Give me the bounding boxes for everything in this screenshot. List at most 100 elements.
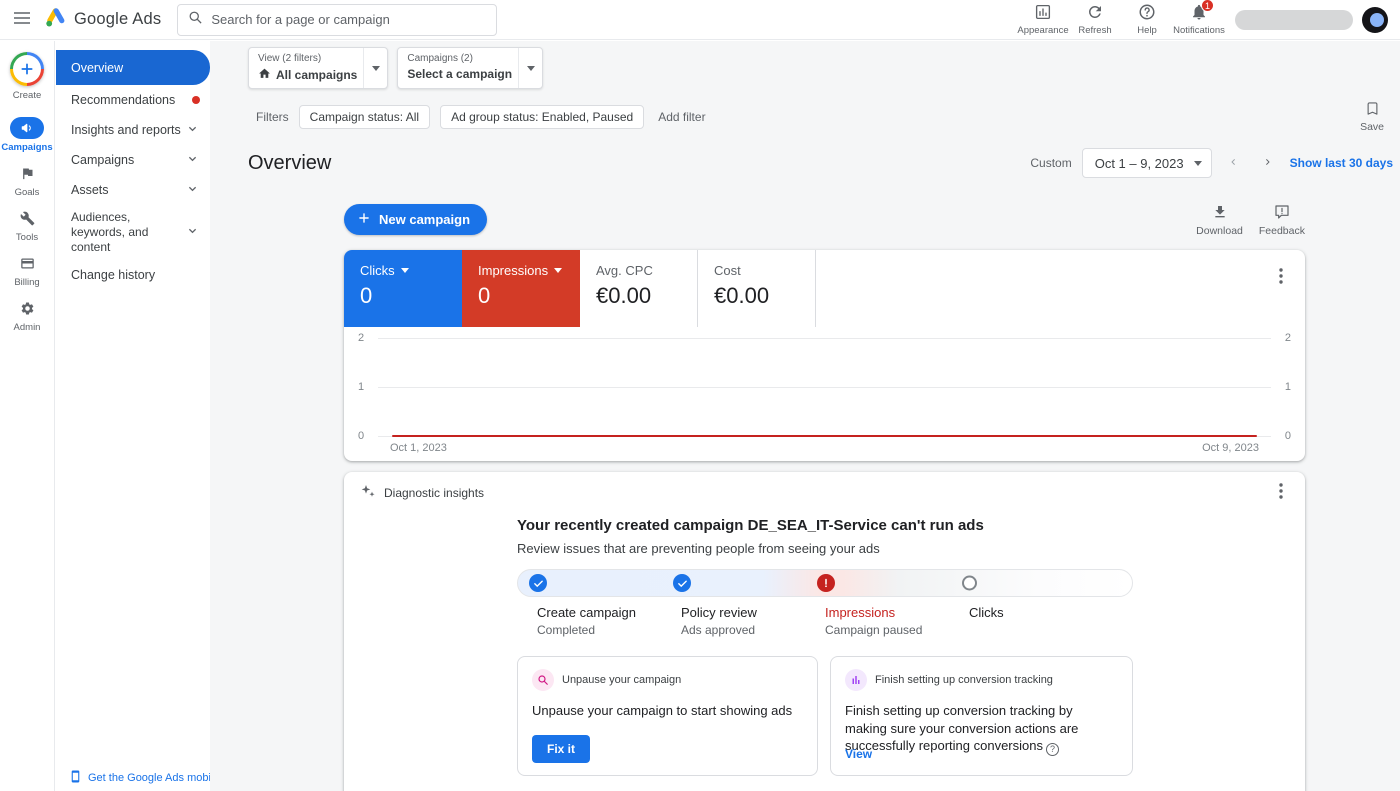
sidebar-item-label: Insights and reports: [71, 123, 181, 137]
filter-chip-ad-group-status[interactable]: Ad group status: Enabled, Paused: [440, 105, 645, 129]
campaign-filter-dropdown[interactable]: Campaigns (2) Select a campaign: [397, 47, 544, 89]
recommendations-alert-dot: [192, 96, 200, 104]
help-icon: [1138, 3, 1156, 24]
rail-item-label: Goals: [14, 187, 40, 198]
dropdown-caret-icon: [363, 48, 387, 88]
rail-item-goals[interactable]: Goals: [10, 162, 44, 198]
date-range-type-label: Custom: [1030, 156, 1072, 170]
help-button[interactable]: Help: [1121, 1, 1173, 38]
help-icon[interactable]: ?: [1045, 742, 1059, 756]
filter-chip-campaign-status[interactable]: Campaign status: All: [298, 105, 431, 129]
step-labels-row: Create campaign Completed Policy review …: [517, 605, 1133, 639]
sidebar-item-insights-and-reports[interactable]: Insights and reports: [56, 115, 210, 145]
metric-selector-row: Clicks 0 Impressions 0 Avg. CPC €0.00 Co…: [344, 250, 1305, 327]
download-button[interactable]: Download: [1196, 204, 1243, 237]
diagnostics-title: Your recently created campaign DE_SEA_IT…: [517, 517, 984, 534]
step-subtitle: Completed: [537, 623, 596, 637]
feedback-icon: [1274, 204, 1290, 223]
prev-date-button[interactable]: [1222, 151, 1246, 175]
chevron-down-icon: [185, 121, 200, 139]
refresh-icon: [1086, 3, 1104, 24]
gridline: [378, 338, 1271, 339]
dropdown-caret-icon: [554, 268, 563, 273]
main-content: View (2 filters) All campaigns Campaigns…: [210, 41, 1400, 791]
account-info-redacted: [1235, 9, 1353, 30]
search-input[interactable]: [211, 12, 487, 27]
view-filter-label: View (2 filters): [258, 53, 322, 64]
refresh-button[interactable]: Refresh: [1069, 1, 1121, 38]
fix-it-button[interactable]: Fix it: [532, 735, 591, 763]
feedback-button[interactable]: Feedback: [1259, 204, 1305, 237]
view-filter-dropdown[interactable]: View (2 filters) All campaigns: [248, 47, 389, 89]
insight-card-conversion-tracking: Finish setting up conversion tracking Fi…: [830, 656, 1133, 776]
metric-label: Avg. CPC: [596, 263, 653, 278]
filters-label: Filters: [256, 110, 289, 124]
sidebar-item-campaigns[interactable]: Campaigns: [56, 145, 210, 175]
gridline: [378, 387, 1271, 388]
dropdown-caret-icon: [400, 268, 409, 273]
scorecard-menu-button[interactable]: [1269, 265, 1293, 289]
rail-item-admin[interactable]: Admin: [10, 297, 44, 333]
sidebar-item-change-history[interactable]: Change history: [56, 260, 210, 290]
billing-card-icon: [10, 252, 44, 274]
rail-item-billing[interactable]: Billing: [10, 252, 44, 288]
download-icon: [1212, 204, 1228, 223]
campaigns-icon: [10, 117, 44, 139]
y-tick: 2: [358, 332, 365, 344]
create-button[interactable]: Create: [10, 52, 44, 101]
save-button[interactable]: Save: [1360, 101, 1384, 133]
notifications-label: Notifications: [1173, 25, 1225, 36]
metric-avg-cpc[interactable]: Avg. CPC €0.00: [580, 250, 698, 327]
insight-card-unpause: Unpause your campaign Unpause your campa…: [517, 656, 818, 776]
diagnostic-insights-header: Diagnostic insights: [344, 472, 1305, 511]
rail-item-campaigns[interactable]: Campaigns: [1, 117, 53, 153]
date-range-value: Oct 1 – 9, 2023: [1094, 155, 1184, 171]
dropdown-caret-icon: [1193, 160, 1202, 166]
chevron-down-icon: [185, 151, 200, 169]
insight-card-body: Finish setting up conversion tracking by…: [845, 703, 1079, 754]
step-title: Create campaign: [537, 605, 636, 620]
chevron-right-icon: [1263, 155, 1272, 172]
sidebar-item-assets[interactable]: Assets: [56, 175, 210, 205]
page-title: Overview: [248, 151, 332, 174]
date-range-picker[interactable]: Oct 1 – 9, 2023: [1081, 148, 1212, 178]
avatar[interactable]: [1362, 6, 1388, 33]
y-tick: 1: [1284, 381, 1291, 393]
step-dot-impressions-error: [817, 574, 835, 592]
save-icon: [1365, 101, 1380, 119]
rail-item-tools[interactable]: Tools: [10, 207, 44, 243]
new-campaign-button[interactable]: New campaign: [344, 204, 488, 235]
appearance-button[interactable]: Appearance: [1017, 1, 1069, 38]
next-date-button[interactable]: [1256, 151, 1280, 175]
menu-icon: [13, 9, 31, 30]
view-link[interactable]: View: [845, 747, 872, 761]
sidebar-item-recommendations[interactable]: Recommendations: [56, 85, 210, 115]
campaign-filter-value: Select a campaign: [407, 67, 513, 81]
metric-value: €0.00: [596, 283, 652, 308]
sidebar-item-audiences-keywords-content[interactable]: Audiences, keywords, and content: [56, 205, 210, 260]
metric-clicks[interactable]: Clicks 0: [344, 250, 462, 327]
metric-impressions[interactable]: Impressions 0: [462, 250, 580, 327]
show-last-30-days-link[interactable]: Show last 30 days: [1290, 156, 1393, 170]
notifications-button[interactable]: 1 Notifications: [1173, 0, 1225, 38]
sidebar-item-label: Assets: [71, 183, 109, 197]
diagnostics-menu-button[interactable]: [1269, 480, 1293, 504]
google-ads-logo[interactable]: Google Ads: [44, 5, 161, 34]
notification-badge: 1: [1200, 0, 1214, 12]
search-icon: [188, 10, 203, 30]
sidebar-item-overview[interactable]: Overview: [56, 50, 210, 85]
metric-label: Impressions: [478, 263, 549, 278]
admin-gear-icon: [10, 297, 44, 319]
step-dot-policy-review: [673, 574, 691, 592]
metric-cost[interactable]: Cost €0.00: [698, 250, 816, 327]
metric-value: 0: [360, 283, 373, 308]
add-filter-button[interactable]: Add filter: [658, 110, 705, 124]
diagnostic-insights-icon: [360, 483, 376, 502]
unpause-search-icon: [532, 669, 554, 691]
impressions-series-line: [392, 435, 1257, 437]
x-axis-label-start: Oct 1, 2023: [390, 442, 447, 454]
x-axis-labels: Oct 1, 2023 Oct 9, 2023: [390, 442, 1259, 454]
menu-button[interactable]: [0, 0, 44, 40]
sidebar-item-label: Recommendations: [71, 93, 176, 107]
search-bar[interactable]: [177, 3, 498, 36]
